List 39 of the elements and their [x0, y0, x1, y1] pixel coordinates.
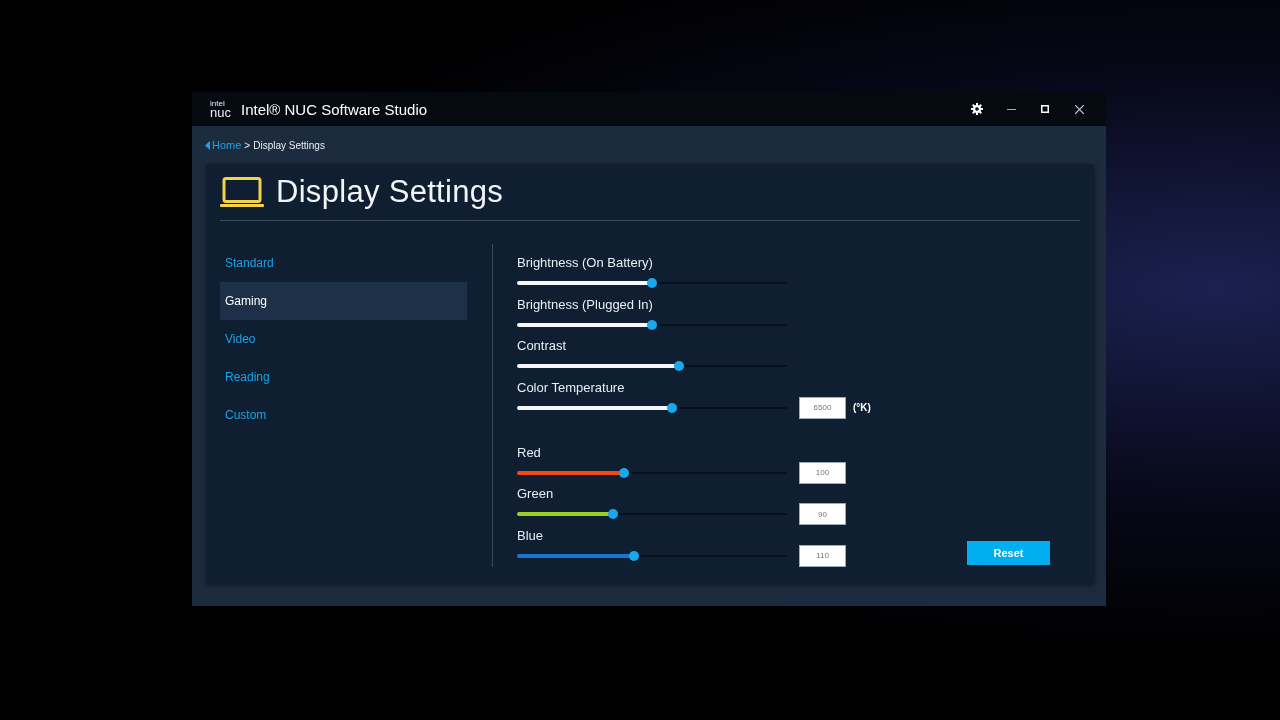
sidebar-item[interactable]: Video — [220, 320, 467, 358]
slider-thumb[interactable] — [667, 402, 678, 413]
unit-label: (°K) — [853, 402, 871, 413]
value-field[interactable]: 6500 — [799, 396, 846, 419]
window-title: Intel® NUC Software Studio — [240, 100, 428, 118]
slider-label: Red — [517, 444, 542, 461]
slider[interactable] — [517, 361, 787, 371]
slider-thumb[interactable] — [608, 509, 619, 519]
laptop-icon — [220, 176, 264, 208]
sidebar-item[interactable]: Standard — [220, 244, 467, 282]
slider[interactable] — [517, 278, 787, 288]
slider-thumb[interactable] — [629, 550, 640, 561]
value-field[interactable]: 90 — [799, 503, 846, 525]
slider[interactable] — [517, 402, 787, 413]
slider-label: Color Temperature — [517, 379, 626, 396]
slider-thumb[interactable] — [618, 467, 629, 478]
slider-label: Green — [517, 486, 555, 502]
slider-thumb[interactable] — [647, 278, 657, 288]
slider[interactable] — [517, 319, 787, 330]
breadcrumb-current: Display Settings — [253, 139, 325, 151]
breadcrumb-separator: > — [244, 139, 251, 151]
slider-label: Blue — [517, 527, 545, 544]
slider-label: Brightness (On Battery) — [517, 255, 654, 271]
sidebar-item[interactable]: Custom — [220, 396, 467, 434]
home-link[interactable]: Home — [205, 139, 242, 151]
page-title: Display Settings — [276, 174, 504, 210]
slider-label: Brightness (Plugged In) — [517, 296, 654, 313]
slider[interactable] — [517, 467, 787, 478]
slider[interactable] — [517, 550, 787, 561]
slider[interactable] — [517, 509, 787, 519]
slider-thumb[interactable] — [674, 361, 684, 371]
sidebar-item[interactable]: Reading — [220, 358, 467, 396]
slider-thumb[interactable] — [647, 319, 657, 330]
value-field[interactable]: 100 — [799, 461, 846, 484]
sidebar-item[interactable]: Gaming — [220, 282, 467, 320]
chevron-left-icon — [205, 140, 210, 150]
logo: intel nuc — [210, 99, 231, 119]
value-field[interactable]: 110 — [799, 544, 846, 567]
slider-label: Contrast — [517, 338, 568, 354]
